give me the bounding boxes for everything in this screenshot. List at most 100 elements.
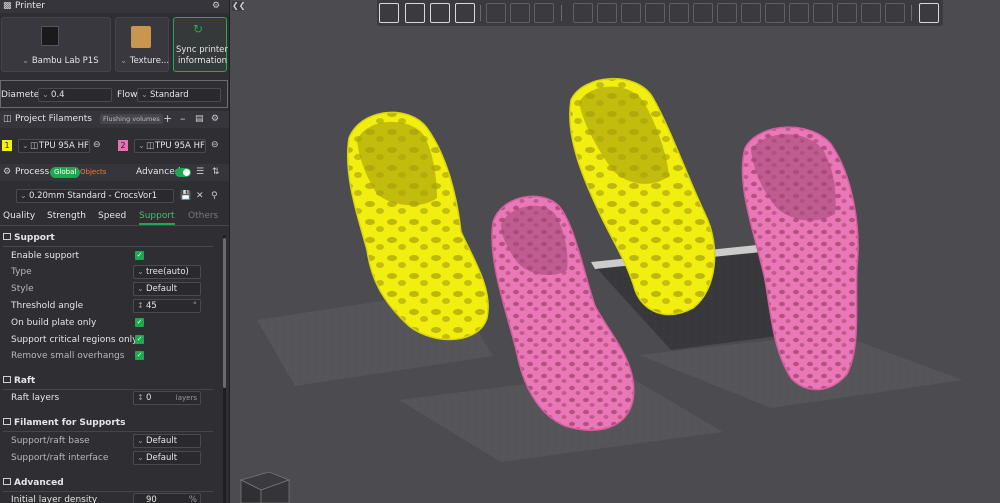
advanced-section-title: Advanced: [14, 478, 64, 488]
settings-scrollbar-thumb[interactable]: [223, 238, 226, 388]
list-icon[interactable]: ☰: [196, 166, 204, 178]
initial-layer-density-label: Initial layer density: [11, 495, 98, 503]
mesh-boolean-icon[interactable]: [885, 3, 905, 23]
support-base-label: Support/raft base: [11, 436, 90, 446]
support-type-label: Type: [11, 267, 32, 277]
settings-sidebar: ▩ Printer ⚙ ⌄ Bambu Lab P1S ⌄ Texture...…: [0, 0, 230, 503]
plate-icon[interactable]: [455, 3, 475, 23]
cut-icon[interactable]: [645, 3, 665, 23]
filaments-header: ◫ Project Filaments Flushing volumes + –…: [0, 111, 229, 128]
support-type-select[interactable]: ⌄ tree(auto): [133, 265, 201, 279]
close-preset-icon[interactable]: ✕: [196, 190, 204, 202]
split-parts-icon[interactable]: [510, 3, 530, 23]
raft-section-title: Raft: [14, 376, 36, 386]
support-style-select[interactable]: ⌄ Default: [133, 282, 201, 296]
printer-header: ▩ Printer ⚙: [0, 0, 229, 13]
support-section-icon: [3, 232, 14, 244]
3d-viewport[interactable]: ❮❮: [231, 0, 1000, 503]
toolbar-separator-3: [911, 5, 912, 21]
process-preset-select[interactable]: ⌄ 0.20mm Standard - CrocsVor1: [16, 189, 174, 203]
view-cube-icon[interactable]: [239, 471, 291, 503]
preset-row: ⌄ 0.20mm Standard - CrocsVor1 💾 ✕ ⚲: [0, 188, 229, 204]
raft-layers-input[interactable]: ↕ 0 layers: [133, 391, 201, 405]
filament-2-select[interactable]: ⌄◫TPU 95A HF ...: [134, 139, 206, 153]
tab-others[interactable]: Others: [188, 210, 218, 222]
tab-strength[interactable]: Strength: [47, 210, 86, 222]
compare-icon[interactable]: ⇅: [212, 166, 220, 178]
add-cube-icon[interactable]: [379, 3, 399, 23]
split-objects-icon[interactable]: [486, 3, 506, 23]
printer-card[interactable]: ⌄ Bambu Lab P1S: [1, 17, 111, 72]
toolbar-separator-1: [480, 5, 481, 21]
critical-regions-checkbox[interactable]: ✓: [135, 335, 144, 344]
enable-support-label: Enable support: [11, 251, 80, 261]
text-icon[interactable]: [741, 3, 761, 23]
support-interface-label: Support/raft interface: [11, 453, 109, 463]
filament-icon: ◫: [3, 114, 12, 124]
filament-1-select[interactable]: ⌄ ◫ TPU 95A HF: [18, 139, 90, 153]
filament-settings-icon[interactable]: ⚙: [211, 113, 219, 125]
arrange-grid-icon[interactable]: [405, 3, 425, 23]
global-toggle[interactable]: Global: [50, 167, 81, 178]
threshold-angle-label: Threshold angle: [11, 301, 84, 311]
filament-1-edit-icon[interactable]: ⊖: [93, 139, 101, 151]
tab-support[interactable]: Support: [139, 210, 175, 222]
tab-quality[interactable]: Quality: [3, 210, 35, 222]
search-icon[interactable]: ⚲: [211, 190, 218, 202]
top-toolbar: [377, 0, 943, 26]
filament-2-swatch[interactable]: 2: [118, 140, 128, 151]
process-icon: ⚙: [3, 167, 12, 177]
support-paint-icon[interactable]: [693, 3, 713, 23]
view-icon[interactable]: [919, 3, 939, 23]
sync-printer-button[interactable]: ↻ Sync printer information: [173, 17, 228, 72]
filament-1-swatch[interactable]: 1: [2, 140, 12, 151]
rotate-icon[interactable]: [597, 3, 617, 23]
raft-layers-label: Raft layers: [11, 393, 60, 403]
slicer-app: ▩ Printer ⚙ ⌄ Bambu Lab P1S ⌄ Texture...…: [0, 0, 1000, 503]
measure-icon[interactable]: [765, 3, 785, 23]
objects-toggle[interactable]: Objects: [80, 167, 106, 178]
scale-icon[interactable]: [621, 3, 641, 23]
support-section-title: Support: [14, 233, 55, 243]
remove-overhangs-label: Remove small overhangs: [11, 351, 125, 361]
plate-thumbnail: [131, 26, 151, 48]
plate-name-label: ⌄ Texture...: [120, 56, 170, 66]
enable-support-checkbox[interactable]: ✓: [135, 251, 144, 260]
assembly-icon[interactable]: [789, 3, 809, 23]
add-filament-icon[interactable]: +: [163, 113, 172, 125]
filament-2-edit-icon[interactable]: ⊖: [211, 139, 219, 151]
support-interface-select[interactable]: ⌄ Default: [133, 451, 201, 465]
sync-filaments-icon[interactable]: ▤: [195, 113, 204, 125]
printer-name-label: ⌄ Bambu Lab P1S: [22, 56, 99, 66]
tab-speed[interactable]: Speed: [98, 210, 126, 222]
process-title: Process: [15, 167, 50, 177]
advanced-switch[interactable]: [175, 168, 191, 177]
layers-icon[interactable]: [534, 3, 554, 23]
variable-layer-icon[interactable]: [837, 3, 857, 23]
move-icon[interactable]: [573, 3, 593, 23]
remove-overhangs-checkbox[interactable]: ✓: [135, 351, 144, 360]
critical-regions-label: Support critical regions only: [11, 335, 138, 345]
orient-icon[interactable]: [430, 3, 450, 23]
toolbar-separator-2: [561, 5, 562, 21]
seam-paint-icon[interactable]: [717, 3, 737, 23]
flatten-icon[interactable]: [669, 3, 689, 23]
emboss-icon[interactable]: [861, 3, 881, 23]
process-header: ⚙ Process Global Objects Advanced ☰ ⇅: [0, 164, 229, 181]
plate-card[interactable]: ⌄ Texture...: [115, 17, 169, 72]
brush-icon[interactable]: [813, 3, 833, 23]
flushing-volumes-button[interactable]: Flushing volumes: [100, 114, 163, 124]
initial-layer-density-input[interactable]: 90%: [133, 493, 201, 503]
diameter-select[interactable]: ⌄ 0.4: [38, 88, 112, 102]
save-preset-icon[interactable]: 💾: [180, 190, 191, 202]
filament-supports-section-title: Filament for Supports: [14, 418, 126, 428]
raft-section-icon: [3, 375, 14, 387]
printer-settings-icon[interactable]: ⚙: [212, 0, 220, 12]
flow-label: Flow: [117, 90, 138, 100]
support-base-select[interactable]: ⌄ Default: [133, 434, 201, 448]
build-plate-only-checkbox[interactable]: ✓: [135, 318, 144, 327]
threshold-angle-input[interactable]: ↕ 45 °: [133, 299, 201, 313]
remove-filament-icon[interactable]: –: [180, 113, 186, 125]
flow-select[interactable]: ⌄ Standard: [137, 88, 221, 102]
printer-thumbnail: [41, 26, 59, 46]
